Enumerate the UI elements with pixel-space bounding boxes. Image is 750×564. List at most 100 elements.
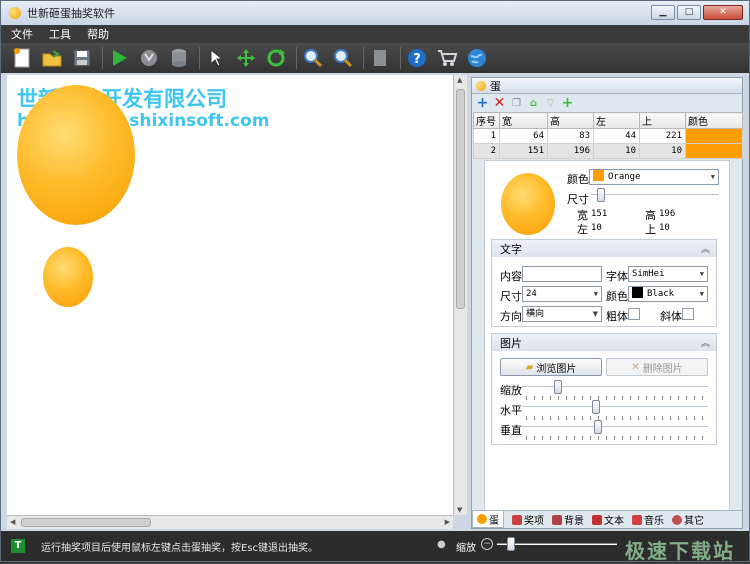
table-row[interactable]: 2 151 196 10 10 (473, 143, 743, 159)
column-header-height[interactable]: 高 (547, 112, 594, 129)
cell-width: 64 (499, 128, 548, 144)
help-icon[interactable]: ? (404, 46, 430, 70)
tab-other[interactable]: 其它 (672, 512, 704, 527)
zoom-out-button[interactable]: − (481, 538, 493, 550)
font-select[interactable]: SimHei ▼ (628, 266, 708, 282)
tab-egg[interactable]: 蛋 (472, 511, 504, 528)
vertical-slider-knob[interactable] (594, 420, 602, 434)
text-section-header[interactable]: 文字 ︽ (492, 240, 716, 257)
text-size-select[interactable]: 24 ▼ (522, 286, 602, 302)
rotate-icon[interactable] (263, 46, 289, 70)
italic-checkbox[interactable] (682, 308, 694, 320)
zoom-in-icon[interactable] (300, 46, 326, 70)
egg-icon (477, 514, 487, 524)
horizontal-slider-knob[interactable] (592, 400, 600, 414)
image-section: 图片 ︽ ▰ 浏览图片 ✕ 删除图片 缩放 水平 垂直 (491, 333, 717, 445)
minimize-button[interactable]: ▁ (651, 5, 675, 20)
canvas-horizontal-scrollbar[interactable]: ◀ ▶ (7, 515, 453, 529)
filter-icon[interactable] (136, 46, 162, 70)
vertical-scroll-thumb[interactable] (456, 89, 465, 309)
delete-icon[interactable]: ✕ (492, 95, 507, 111)
panel-title: 蛋 (490, 79, 501, 93)
egg-color-label: 颜色 (567, 173, 589, 186)
add-green-icon[interactable]: + (560, 95, 575, 111)
move-bottom-icon[interactable]: ▽ (543, 96, 558, 111)
column-header-left[interactable]: 左 (593, 112, 640, 129)
browse-image-button[interactable]: ▰ 浏览图片 (500, 358, 602, 376)
open-folder-icon[interactable] (39, 46, 65, 70)
egg-size-slider[interactable] (591, 188, 719, 202)
panel-tabs: 蛋 奖项 背景 文本 音乐 其它 (472, 510, 742, 528)
vertical-slider[interactable] (522, 420, 708, 434)
cell-color-swatch (685, 128, 743, 144)
database-icon[interactable] (166, 46, 192, 70)
save-icon[interactable] (69, 46, 95, 70)
zoom-slider[interactable] (497, 537, 617, 551)
move-top-icon[interactable]: ⌂ (526, 96, 541, 111)
vertical-label: 垂直 (500, 424, 522, 437)
window-title: 世新砸蛋抽奖软件 (27, 7, 115, 20)
status-bar: T 运行抽奖项目后使用鼠标左键点击蛋抽奖，按Esc键退出抽奖。 ● 缩放 − 极… (1, 531, 749, 563)
text-color-value: Black (647, 289, 675, 299)
tab-text[interactable]: 文本 (592, 512, 624, 527)
cell-left: 10 (593, 143, 640, 159)
add-icon[interactable]: + (475, 95, 490, 111)
egg-color-select[interactable]: Orange ▼ (589, 169, 719, 185)
tab-music[interactable]: 音乐 (632, 512, 664, 527)
pointer-icon[interactable] (203, 46, 229, 70)
collapse-icon[interactable]: ︽ (701, 336, 710, 349)
column-header-index[interactable]: 序号 (473, 112, 500, 129)
cart-icon[interactable] (434, 46, 460, 70)
table-row[interactable]: 1 64 83 44 221 (473, 128, 743, 144)
egg-size-slider-knob[interactable] (597, 188, 605, 202)
egg-preview (501, 173, 555, 235)
delete-image-label: 删除图片 (642, 363, 683, 375)
maximize-button[interactable]: □ (677, 5, 701, 20)
text-section: 文字 ︽ 内容 字体 SimHei ▼ 尺寸 24 ▼ 颜色 Black ▼ 方… (491, 239, 717, 327)
music-icon (632, 514, 642, 525)
horizontal-slider[interactable] (522, 400, 708, 414)
egg-2[interactable] (17, 85, 135, 225)
egg-1[interactable] (43, 247, 93, 307)
menu-file[interactable]: 文件 (11, 26, 33, 42)
scale-slider-knob[interactable] (554, 380, 562, 394)
italic-label: 斜体 (660, 310, 682, 323)
content-input[interactable] (522, 266, 602, 282)
folder-icon: ▰ (525, 361, 534, 373)
egg-canvas[interactable]: 世新软件开发有限公司 http://www.shixinsoft.com (7, 75, 453, 515)
column-header-top[interactable]: 上 (639, 112, 686, 129)
canvas-vertical-scrollbar[interactable]: ▲ ▼ (453, 75, 467, 515)
egg-color-value: Orange (608, 172, 641, 182)
cell-top: 221 (639, 128, 686, 144)
horizontal-label: 水平 (500, 404, 522, 417)
tab-background[interactable]: 背景 (552, 512, 584, 527)
chevron-down-icon: ▼ (699, 270, 704, 278)
text-color-select[interactable]: Black ▼ (628, 286, 708, 302)
column-header-width[interactable]: 宽 (499, 112, 548, 129)
column-header-color[interactable]: 颜色 (685, 112, 743, 129)
move-icon[interactable] (233, 46, 259, 70)
copy-icon[interactable]: ❐ (509, 96, 524, 111)
horizontal-scroll-thumb[interactable] (21, 518, 151, 527)
collapse-icon[interactable]: ︽ (701, 242, 710, 255)
new-file-icon[interactable] (9, 46, 35, 70)
close-button[interactable]: ✕ (703, 5, 743, 20)
tab-prizes[interactable]: 奖项 (512, 512, 544, 527)
globe-icon[interactable] (464, 46, 490, 70)
bold-checkbox[interactable] (628, 308, 640, 320)
zoom-slider-knob[interactable] (507, 537, 515, 551)
document-icon[interactable] (367, 46, 393, 70)
scale-slider[interactable] (522, 380, 708, 394)
play-icon[interactable] (106, 46, 132, 70)
egg-top-label: 上 (645, 223, 656, 236)
direction-select[interactable]: 横向 ▼ (522, 306, 602, 322)
menu-help[interactable]: 帮助 (87, 26, 109, 42)
image-section-header[interactable]: 图片 ︽ (492, 334, 716, 351)
chevron-down-icon: ▼ (710, 173, 715, 181)
toolbar: ? (1, 43, 749, 73)
zoom-out-icon[interactable] (330, 46, 356, 70)
menu-tools[interactable]: 工具 (49, 26, 71, 42)
font-value: SimHei (632, 269, 665, 279)
delete-image-button[interactable]: ✕ 删除图片 (606, 358, 708, 376)
cell-width: 151 (499, 143, 548, 159)
